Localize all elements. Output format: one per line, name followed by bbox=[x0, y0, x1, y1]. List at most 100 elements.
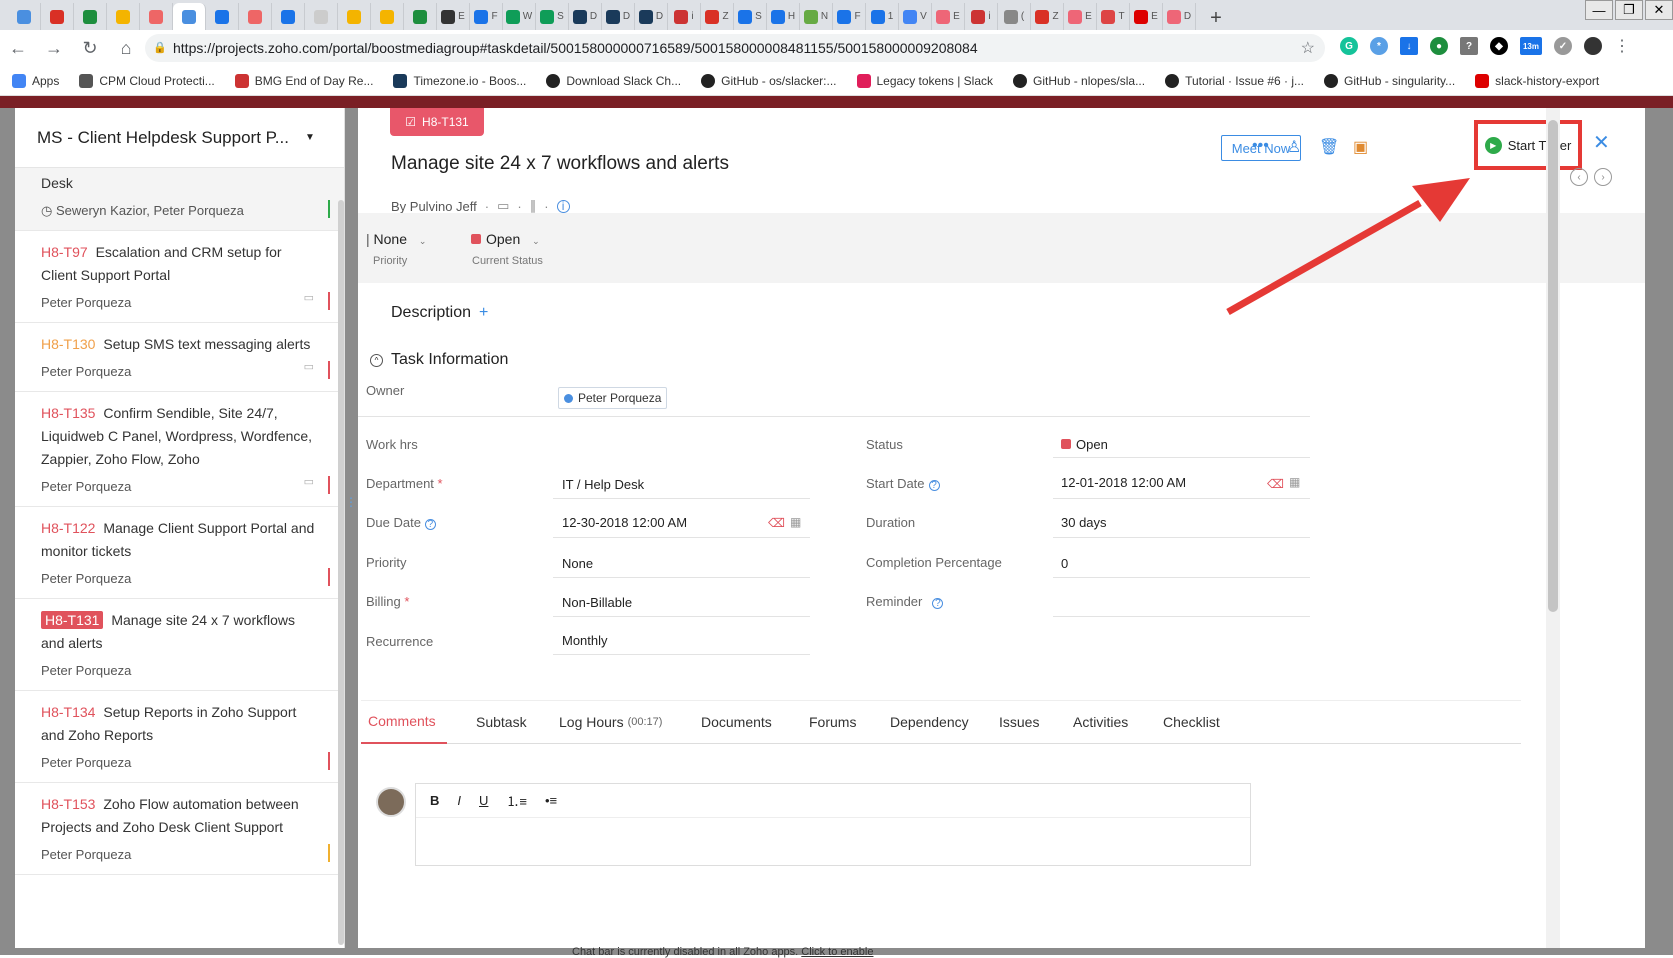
next-task-icon[interactable]: › bbox=[1594, 168, 1612, 186]
owner-chip[interactable]: Peter Porqueza bbox=[558, 387, 668, 409]
browser-tab[interactable] bbox=[305, 3, 338, 30]
browser-tab[interactable]: i bbox=[668, 3, 701, 30]
underline-button[interactable]: U bbox=[479, 793, 488, 808]
browser-tab[interactable]: E bbox=[932, 3, 965, 30]
browser-tab[interactable] bbox=[173, 3, 206, 30]
priority-dropdown[interactable]: | None ⌄ bbox=[366, 231, 426, 247]
sidebar-scrollbar[interactable] bbox=[338, 200, 344, 945]
calendar-icon[interactable]: ▦ bbox=[1289, 475, 1300, 489]
browser-tab[interactable]: D bbox=[1163, 3, 1196, 30]
task-list-item[interactable]: H8-T134 Setup Reports in Zoho Support an… bbox=[15, 691, 344, 783]
bookmark-item[interactable]: GitHub - singularity... bbox=[1324, 73, 1455, 88]
tag-icon[interactable]: ▭ bbox=[304, 287, 314, 310]
priority-field-value[interactable]: None bbox=[562, 556, 593, 571]
due-date-value[interactable]: 12-30-2018 12:00 AM bbox=[562, 515, 687, 530]
download-icon[interactable]: ↓ bbox=[1400, 37, 1418, 55]
browser-tab[interactable]: F bbox=[833, 3, 866, 30]
browser-tab[interactable] bbox=[206, 3, 239, 30]
bookmark-item[interactable]: Apps bbox=[12, 73, 59, 88]
bookmark-item[interactable]: Timezone.io - Boos... bbox=[393, 73, 526, 88]
bullet-list-icon[interactable]: •≡ bbox=[545, 793, 557, 808]
browser-tab[interactable] bbox=[404, 3, 437, 30]
task-list-item[interactable]: H8-T153 Zoho Flow automation between Pro… bbox=[15, 783, 344, 875]
bookmark-item[interactable]: GitHub - nlopes/sla... bbox=[1013, 73, 1145, 88]
new-tab-button[interactable]: + bbox=[1202, 6, 1230, 30]
main-scrollbar[interactable] bbox=[1546, 108, 1560, 948]
billing-value[interactable]: Non-Billable bbox=[562, 595, 632, 610]
department-value[interactable]: IT / Help Desk bbox=[562, 477, 644, 492]
more-options-icon[interactable]: ••• bbox=[1252, 137, 1269, 155]
browser-tab[interactable]: N bbox=[800, 3, 833, 30]
menu-icon[interactable]: ⋮ bbox=[1614, 36, 1630, 56]
extension-icon[interactable]: ? bbox=[1460, 37, 1478, 55]
browser-tab[interactable]: W bbox=[503, 3, 536, 30]
project-selector[interactable]: MS - Client Helpdesk Support P... ▼ bbox=[15, 108, 344, 168]
browser-tab[interactable]: i bbox=[965, 3, 998, 30]
bold-button[interactable]: B bbox=[430, 793, 439, 808]
extension-icon[interactable]: ● bbox=[1430, 37, 1448, 55]
drag-handle-icon[interactable]: ⋮ bbox=[345, 495, 357, 515]
minimize-button[interactable]: — bbox=[1585, 0, 1613, 20]
browser-tab[interactable] bbox=[8, 3, 41, 30]
browser-tab[interactable]: S bbox=[536, 3, 569, 30]
browser-tab[interactable]: D bbox=[635, 3, 668, 30]
numbered-list-icon[interactable]: ⒈≡ bbox=[506, 791, 527, 810]
profile-avatar[interactable] bbox=[1584, 37, 1602, 55]
extension-icon[interactable]: ◆ bbox=[1490, 37, 1508, 55]
task-list-item[interactable]: Desk ◷ Seweryn Kazior, Peter Porqueza bbox=[15, 168, 344, 231]
back-button[interactable]: ← bbox=[0, 38, 36, 59]
task-list-item[interactable]: H8-T97 Escalation and CRM setup for Clie… bbox=[15, 231, 344, 323]
task-list-item[interactable]: H8-T131 Manage site 24 x 7 workflows and… bbox=[15, 599, 344, 691]
extension-icon[interactable]: ✓ bbox=[1554, 37, 1572, 55]
bookmark-item[interactable]: Tutorial · Issue #6 · j... bbox=[1165, 73, 1304, 88]
tab-checklist[interactable]: Checklist bbox=[1163, 700, 1243, 744]
completion-value[interactable]: 0 bbox=[1061, 556, 1068, 571]
bookmark-item[interactable]: CPM Cloud Protecti... bbox=[79, 73, 215, 88]
browser-tab[interactable]: D bbox=[569, 3, 602, 30]
task-list-item[interactable]: H8-T130 Setup SMS text messaging alerts P… bbox=[15, 323, 344, 392]
browser-tab[interactable]: 1 bbox=[866, 3, 899, 30]
status-field-value[interactable]: Open bbox=[1061, 437, 1108, 452]
tag-icon[interactable]: ▭ bbox=[304, 471, 314, 494]
extension-icon[interactable]: * bbox=[1370, 37, 1388, 55]
browser-tab[interactable]: E bbox=[437, 3, 470, 30]
start-timer-button[interactable]: ▶ Start Timer bbox=[1474, 120, 1582, 170]
browser-tab[interactable]: ( bbox=[998, 3, 1031, 30]
previous-task-icon[interactable]: ‹ bbox=[1570, 168, 1588, 186]
close-window-button[interactable]: ✕ bbox=[1645, 0, 1673, 20]
browser-tab[interactable]: H bbox=[767, 3, 800, 30]
tab-comments[interactable]: Comments bbox=[361, 700, 447, 744]
task-title[interactable]: Manage site 24 x 7 workflows and alerts bbox=[391, 153, 729, 175]
browser-tab[interactable]: F bbox=[470, 3, 503, 30]
browser-tab[interactable] bbox=[41, 3, 74, 30]
bookmark-star-icon[interactable]: ☆ bbox=[1301, 38, 1315, 58]
forward-button[interactable]: → bbox=[36, 38, 72, 59]
tab-dependency[interactable]: Dependency bbox=[890, 700, 999, 744]
browser-tab[interactable] bbox=[338, 3, 371, 30]
tab-forums[interactable]: Forums bbox=[809, 700, 890, 744]
tab-subtask[interactable]: Subtask bbox=[476, 700, 559, 744]
clear-date-icon[interactable]: ⌫ bbox=[768, 516, 785, 530]
recurrence-value[interactable]: Monthly bbox=[562, 633, 608, 648]
browser-tab[interactable]: T bbox=[1097, 3, 1130, 30]
bookmark-item[interactable]: Legacy tokens | Slack bbox=[856, 73, 993, 88]
task-list-item[interactable]: H8-T122 Manage Client Support Portal and… bbox=[15, 507, 344, 599]
restore-button[interactable]: ❐ bbox=[1615, 0, 1643, 20]
browser-tab[interactable]: V bbox=[899, 3, 932, 30]
info-icon[interactable]: i bbox=[556, 199, 570, 213]
collapse-icon[interactable]: ^ bbox=[370, 353, 383, 367]
reload-button[interactable]: ↻ bbox=[72, 38, 108, 59]
attachment-icon[interactable]: ∥ bbox=[530, 198, 537, 214]
tab-activities[interactable]: Activities bbox=[1073, 700, 1163, 744]
bookmark-item[interactable]: GitHub - os/slacker:... bbox=[701, 73, 837, 88]
url-field[interactable]: 🔒 https://projects.zoho.com/portal/boost… bbox=[145, 34, 1325, 62]
browser-tab[interactable]: E bbox=[1130, 3, 1163, 30]
tab-log-hours[interactable]: Log Hours (00:17) bbox=[559, 700, 701, 744]
timer-badge-icon[interactable]: 13m bbox=[1520, 37, 1542, 55]
duration-value[interactable]: 30 days bbox=[1061, 515, 1107, 530]
task-information-heading[interactable]: ^ Task Information bbox=[370, 351, 508, 369]
enable-chat-link[interactable]: Click to enable bbox=[801, 946, 873, 958]
follower-icon[interactable]: ♙ bbox=[1287, 137, 1301, 157]
chat-icon[interactable]: ▣ bbox=[1353, 137, 1368, 157]
scrollbar-thumb[interactable] bbox=[1548, 120, 1558, 612]
